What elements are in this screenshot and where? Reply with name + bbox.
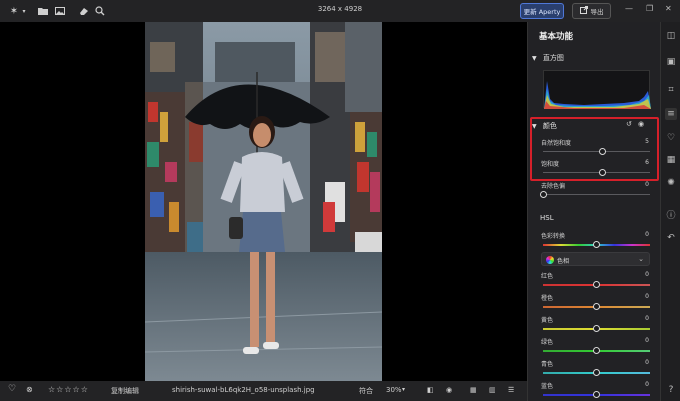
reject-icon[interactable]: ⊗	[26, 385, 33, 394]
crop-icon[interactable]: ⌗	[665, 84, 677, 96]
slider-value[interactable]: 0	[635, 271, 649, 278]
photo-preview[interactable]	[145, 22, 382, 381]
slider-track[interactable]	[543, 194, 650, 195]
slider-handle[interactable]	[593, 241, 600, 248]
ai-icon[interactable]: ▣	[665, 56, 677, 68]
sliders-icon[interactable]: ≡	[665, 108, 677, 120]
slider-value[interactable]: 0	[635, 359, 649, 366]
filmstrip-icon[interactable]: ▥	[489, 386, 496, 394]
chevron-down-icon: ⌄	[638, 255, 644, 263]
top-toolbar: ✶ ▾ 3264 x 4928 更新 Aperty 导出 — ❐ ✕	[0, 0, 680, 22]
heart-icon[interactable]: ♡	[8, 384, 16, 394]
minimize-icon[interactable]: —	[625, 4, 633, 13]
slider-value[interactable]: 0	[635, 337, 649, 344]
slider-label: 绿色	[541, 339, 554, 346]
slider-handle[interactable]	[593, 325, 600, 332]
dropdown-label: 色相	[557, 258, 570, 265]
close-icon[interactable]: ✕	[665, 4, 672, 13]
slider-handle[interactable]	[593, 347, 600, 354]
fit-button[interactable]: 符合	[359, 386, 373, 396]
eye-icon[interactable]: ◉	[446, 386, 452, 394]
filename: shirish-suwal-bL6qk2H_o58-unsplash.jpg	[172, 386, 315, 394]
copy-edits-button[interactable]: 复制编辑	[111, 386, 139, 396]
chevron-down-icon: ▼	[532, 55, 537, 62]
color-label: 颜色	[542, 122, 557, 130]
slider-track[interactable]	[543, 172, 650, 173]
slider-handle[interactable]	[593, 303, 600, 310]
slider-handle[interactable]	[593, 369, 600, 376]
compare-icon[interactable]: ◧	[427, 386, 434, 394]
export-button[interactable]: 导出	[572, 3, 611, 19]
adjustments-panel: 基本功能 ▼ 直方图 ▼ 颜色 ↺ ◉ HSL 色相 ⌄ 自然饱和度 5 饱和度 6 去…	[527, 22, 660, 401]
slider-label: 红色	[541, 273, 554, 280]
grid-icon[interactable]: ▦	[470, 386, 477, 394]
slider-value[interactable]: 0	[635, 293, 649, 300]
slider-label: 青色	[541, 361, 554, 368]
history-icon[interactable]: ↶	[665, 232, 677, 244]
maximize-icon[interactable]: ❐	[646, 4, 653, 13]
image-canvas[interactable]	[0, 22, 527, 381]
export-icon	[579, 6, 588, 16]
layers-icon[interactable]: ◫	[665, 30, 677, 42]
hsl-label: HSL	[540, 214, 554, 222]
list-icon[interactable]: ☰	[508, 386, 514, 394]
reset-icon[interactable]: ↺	[626, 120, 632, 128]
slider-value[interactable]: 0	[635, 381, 649, 388]
info-icon[interactable]: ⓘ	[665, 208, 677, 221]
slider-handle[interactable]	[593, 391, 600, 398]
slider-label: 去除色偏	[541, 183, 566, 190]
color-header[interactable]: ▼ 颜色	[532, 121, 557, 131]
help-icon[interactable]: ?	[665, 384, 677, 396]
export-label: 导出	[590, 8, 604, 16]
histogram	[543, 70, 651, 109]
chevron-down-icon[interactable]: ▾	[402, 386, 405, 393]
slider-value[interactable]: 6	[635, 159, 649, 166]
slider-value[interactable]: 0	[635, 315, 649, 322]
update-button[interactable]: 更新 Aperty	[520, 3, 564, 19]
chevron-down-icon: ▼	[532, 123, 537, 130]
tool-sidebar: ◫ ▣ ⌗ ≡ ♡ ▦ ✺ ⓘ ↶ ?	[660, 22, 680, 401]
slider-label: 蓝色	[541, 383, 554, 390]
effects-icon[interactable]: ✺	[665, 177, 677, 189]
slider-label: 饱和度	[541, 161, 560, 168]
rating-stars[interactable]: ☆☆☆☆☆	[48, 385, 89, 394]
zoom-level[interactable]: 30%	[386, 386, 402, 394]
histogram-header[interactable]: ▼ 直方图	[532, 53, 564, 63]
color-wheel-icon	[546, 256, 554, 264]
texture-icon[interactable]: ▦	[665, 154, 677, 166]
slider-value[interactable]: 0	[635, 181, 649, 188]
slider-label: 橙色	[541, 295, 554, 302]
slider-label: 黄色	[541, 317, 554, 324]
hsl-mode-dropdown[interactable]: 色相 ⌄	[541, 252, 650, 266]
panel-title: 基本功能	[539, 32, 574, 42]
slider-label: 自然饱和度	[541, 140, 572, 147]
slider-track[interactable]	[543, 151, 650, 152]
slider-label: 色彩转换	[541, 233, 566, 240]
slider-value[interactable]: 5	[635, 138, 649, 145]
histogram-label: 直方图	[542, 54, 564, 62]
slider-handle[interactable]	[539, 191, 547, 198]
bottom-toolbar: ♡ ⊗ ☆☆☆☆☆ 复制编辑 shirish-suwal-bL6qk2H_o58…	[0, 381, 527, 401]
slider-value[interactable]: 0	[635, 231, 649, 238]
heart-tool-icon[interactable]: ♡	[665, 132, 677, 144]
eye-icon[interactable]: ◉	[638, 120, 644, 128]
slider-handle[interactable]	[593, 281, 600, 288]
